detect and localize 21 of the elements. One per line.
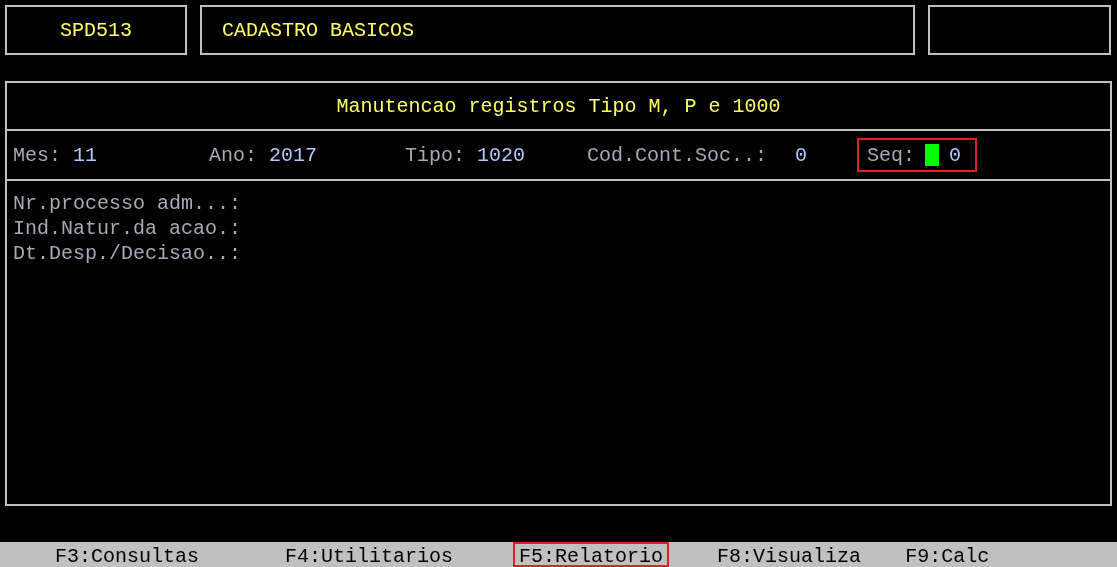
screen-title: CADASTRO BASICOS	[200, 5, 915, 55]
field-value[interactable]: 2017	[269, 143, 318, 167]
field-label: Tipo:	[405, 143, 465, 167]
form-field-label: Ind.Natur.da acao.:	[13, 216, 243, 241]
function-key[interactable]: F4:Utilitarios	[283, 542, 456, 567]
form-field-label: Dt.Desp./Decisao..:	[13, 241, 243, 266]
function-key[interactable]: F9:Calc	[903, 542, 992, 567]
field-value[interactable]: 0	[795, 143, 808, 167]
program-code: SPD513	[5, 5, 187, 55]
field-label: Cod.Cont.Soc..:	[587, 143, 768, 167]
field-value[interactable]: 1020	[477, 143, 526, 167]
field-label: Seq:	[867, 143, 915, 167]
function-key[interactable]: F3:Consultas	[53, 542, 202, 567]
field-value[interactable]: 11	[73, 143, 98, 167]
field-value[interactable]: 0	[949, 143, 962, 167]
form-field-label: Nr.processo adm...:	[13, 191, 243, 216]
field-label: Mes:	[13, 143, 61, 167]
function-key[interactable]: F5:Relatorio	[513, 542, 670, 567]
field-label: Ano:	[209, 143, 257, 167]
panel-title: Manutencao registros Tipo M, P e 1000	[336, 94, 781, 118]
function-key[interactable]: F8:Visualiza	[715, 542, 864, 567]
